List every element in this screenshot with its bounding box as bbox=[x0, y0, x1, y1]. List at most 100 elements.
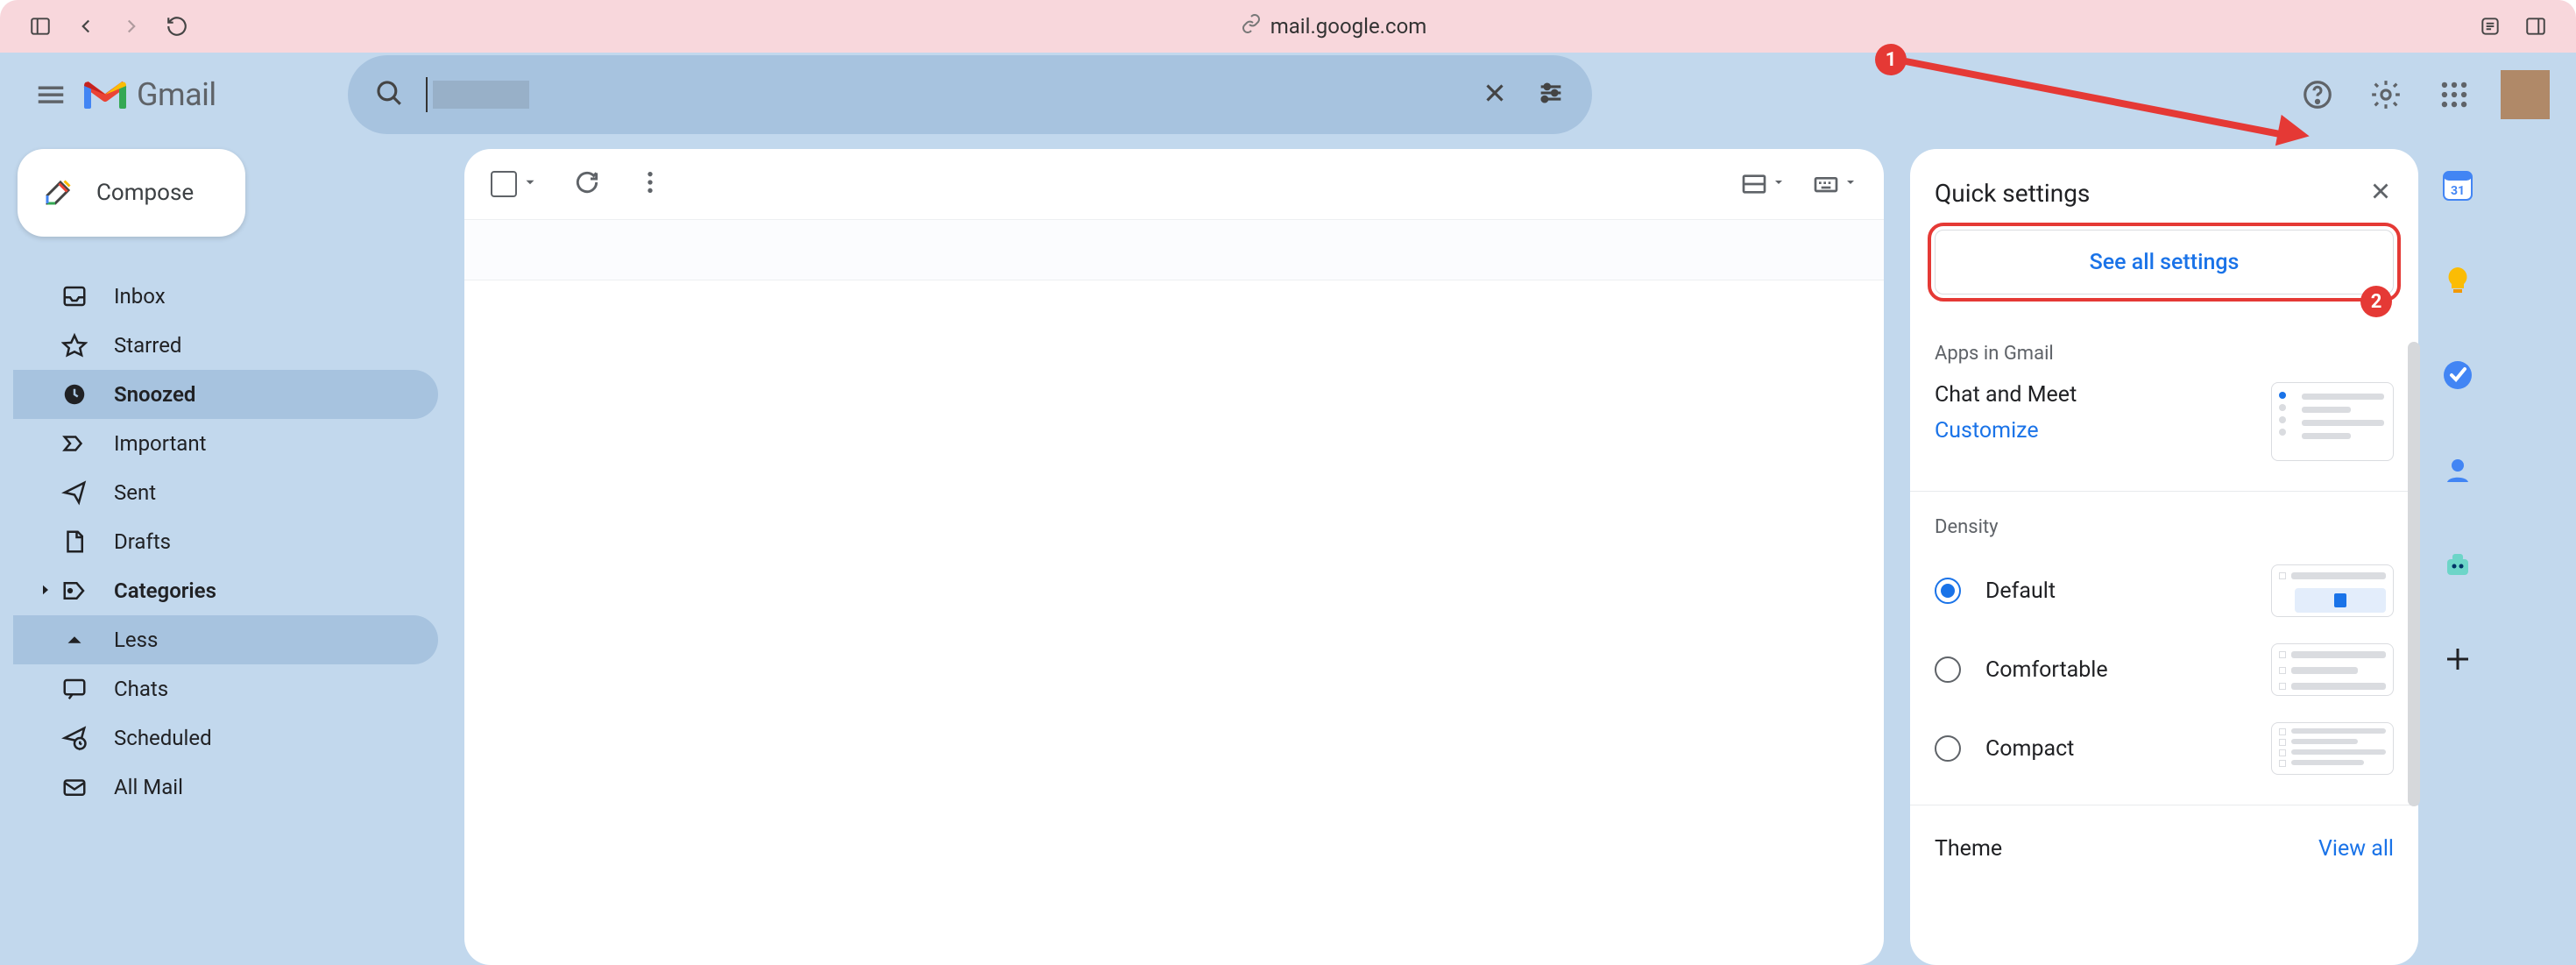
nav-list: Inbox Starred Snoozed Important Sent Dra… bbox=[0, 272, 456, 812]
chat-and-meet-row: Chat and Meet Customize bbox=[1935, 382, 2394, 461]
browser-toolbar: mail.google.com bbox=[0, 0, 2576, 53]
url-text: mail.google.com bbox=[1270, 14, 1427, 39]
reader-icon[interactable] bbox=[2476, 12, 2504, 40]
chat-meet-title: Chat and Meet bbox=[1935, 382, 2077, 408]
chevron-down-icon bbox=[1840, 175, 1858, 193]
apps-section-label: Apps in Gmail bbox=[1935, 343, 2394, 365]
refresh-button[interactable] bbox=[573, 168, 601, 200]
quick-settings-scrollbar[interactable] bbox=[2408, 342, 2420, 806]
see-all-settings-button[interactable]: See all settings bbox=[1935, 230, 2394, 294]
google-apps-button[interactable] bbox=[2432, 73, 2476, 117]
link-icon bbox=[1241, 13, 1262, 39]
tasks-app-icon[interactable] bbox=[2438, 356, 2477, 394]
nav-label: Snoozed bbox=[114, 382, 195, 407]
settings-button[interactable] bbox=[2364, 73, 2408, 117]
density-compact[interactable]: Compact bbox=[1935, 722, 2394, 775]
density-compact-preview bbox=[2271, 722, 2394, 775]
nav-all-mail[interactable]: All Mail bbox=[13, 763, 438, 812]
nav-label: Less bbox=[114, 628, 158, 652]
account-avatar[interactable] bbox=[2501, 70, 2550, 119]
nav-important[interactable]: Important bbox=[13, 419, 438, 468]
gmail-logo-text: Gmail bbox=[137, 76, 216, 113]
nav-less[interactable]: Less bbox=[13, 615, 438, 664]
nav-label: Sent bbox=[114, 480, 156, 505]
see-all-label: See all settings bbox=[2090, 250, 2240, 275]
gmail-logo[interactable]: Gmail bbox=[82, 76, 216, 113]
theme-label: Theme bbox=[1935, 836, 2002, 862]
toggle-split-pane[interactable] bbox=[1740, 170, 1786, 198]
select-all-checkbox[interactable] bbox=[491, 171, 517, 197]
quick-settings-title: Quick settings bbox=[1935, 179, 2090, 208]
gmail-header: Gmail bbox=[0, 53, 2576, 137]
nav-label: Chats bbox=[114, 677, 168, 701]
back-icon[interactable] bbox=[72, 12, 100, 40]
search-redacted bbox=[433, 81, 529, 109]
nav-label: All Mail bbox=[114, 775, 183, 799]
nav-chats[interactable]: Chats bbox=[13, 664, 438, 713]
nav-label: Categories bbox=[114, 578, 216, 603]
density-default-preview bbox=[2271, 564, 2394, 617]
search-icon[interactable] bbox=[374, 78, 404, 111]
nav-label: Important bbox=[114, 431, 206, 456]
left-sidebar: Compose Inbox Starred Snoozed Important … bbox=[0, 53, 456, 965]
annotation-arrowhead bbox=[2275, 115, 2312, 152]
nav-label: Scheduled bbox=[114, 726, 212, 750]
keep-app-icon[interactable] bbox=[2438, 261, 2477, 300]
message-toolbar bbox=[464, 149, 1884, 219]
nav-inbox[interactable]: Inbox bbox=[13, 272, 438, 321]
nav-snoozed[interactable]: Snoozed bbox=[13, 370, 438, 419]
density-section-label: Density bbox=[1935, 516, 2394, 538]
chat-meet-preview bbox=[2271, 382, 2394, 461]
calendar-app-icon[interactable]: 31 bbox=[2438, 167, 2477, 205]
quick-settings-panel: Quick settings See all settings Apps in … bbox=[1910, 149, 2418, 965]
gmail-m-icon bbox=[82, 77, 128, 112]
chevron-down-icon bbox=[1768, 175, 1786, 193]
density-comfortable[interactable]: Comfortable bbox=[1935, 643, 2394, 696]
nav-categories[interactable]: Categories bbox=[13, 566, 438, 615]
density-label: Compact bbox=[1985, 736, 2074, 762]
input-tools[interactable] bbox=[1812, 170, 1858, 198]
search-bar[interactable] bbox=[348, 55, 1592, 134]
search-options-icon[interactable] bbox=[1536, 78, 1566, 111]
reload-icon[interactable] bbox=[163, 12, 191, 40]
customize-link[interactable]: Customize bbox=[1935, 418, 2077, 443]
sidebar-toggle-right-icon[interactable] bbox=[2522, 12, 2550, 40]
nav-scheduled[interactable]: Scheduled bbox=[13, 713, 438, 763]
nav-starred[interactable]: Starred bbox=[13, 321, 438, 370]
annotation-callout-1: 1 bbox=[1875, 44, 1907, 75]
side-panel: 31 bbox=[2418, 53, 2497, 965]
clear-search-icon[interactable] bbox=[1480, 78, 1510, 111]
radio-icon[interactable] bbox=[1935, 578, 1961, 604]
main-menu-button[interactable] bbox=[26, 70, 75, 119]
nav-sent[interactable]: Sent bbox=[13, 468, 438, 517]
theme-row: Theme View all bbox=[1935, 836, 2394, 862]
chevron-right-icon bbox=[38, 578, 53, 603]
radio-icon[interactable] bbox=[1935, 735, 1961, 762]
select-dropdown[interactable] bbox=[522, 174, 538, 194]
density-label: Default bbox=[1985, 578, 2056, 604]
theme-view-all-link[interactable]: View all bbox=[2318, 836, 2394, 862]
compose-button[interactable]: Compose bbox=[18, 149, 245, 237]
nav-drafts[interactable]: Drafts bbox=[13, 517, 438, 566]
support-button[interactable] bbox=[2296, 73, 2339, 117]
message-list-pane bbox=[464, 149, 1884, 965]
get-addons-button[interactable] bbox=[2438, 640, 2477, 678]
density-default[interactable]: Default bbox=[1935, 564, 2394, 617]
address-bar[interactable]: mail.google.com bbox=[209, 13, 2459, 39]
close-quick-settings-button[interactable] bbox=[2367, 178, 2394, 208]
annotation-callout-2: 2 bbox=[2360, 286, 2392, 317]
nav-label: Drafts bbox=[114, 529, 171, 554]
nav-label: Inbox bbox=[114, 284, 166, 309]
radio-icon[interactable] bbox=[1935, 656, 1961, 683]
nav-label: Starred bbox=[114, 333, 181, 358]
compose-label: Compose bbox=[96, 180, 194, 206]
density-label: Comfortable bbox=[1985, 657, 2108, 683]
header-actions bbox=[2296, 53, 2550, 137]
addon-app-icon[interactable] bbox=[2438, 545, 2477, 584]
search-cursor bbox=[426, 77, 428, 112]
contacts-app-icon[interactable] bbox=[2438, 451, 2477, 489]
forward-icon[interactable] bbox=[117, 12, 145, 40]
more-button[interactable] bbox=[636, 168, 664, 200]
message-list-empty-row bbox=[464, 219, 1884, 280]
sidebar-toggle-left-icon[interactable] bbox=[26, 12, 54, 40]
